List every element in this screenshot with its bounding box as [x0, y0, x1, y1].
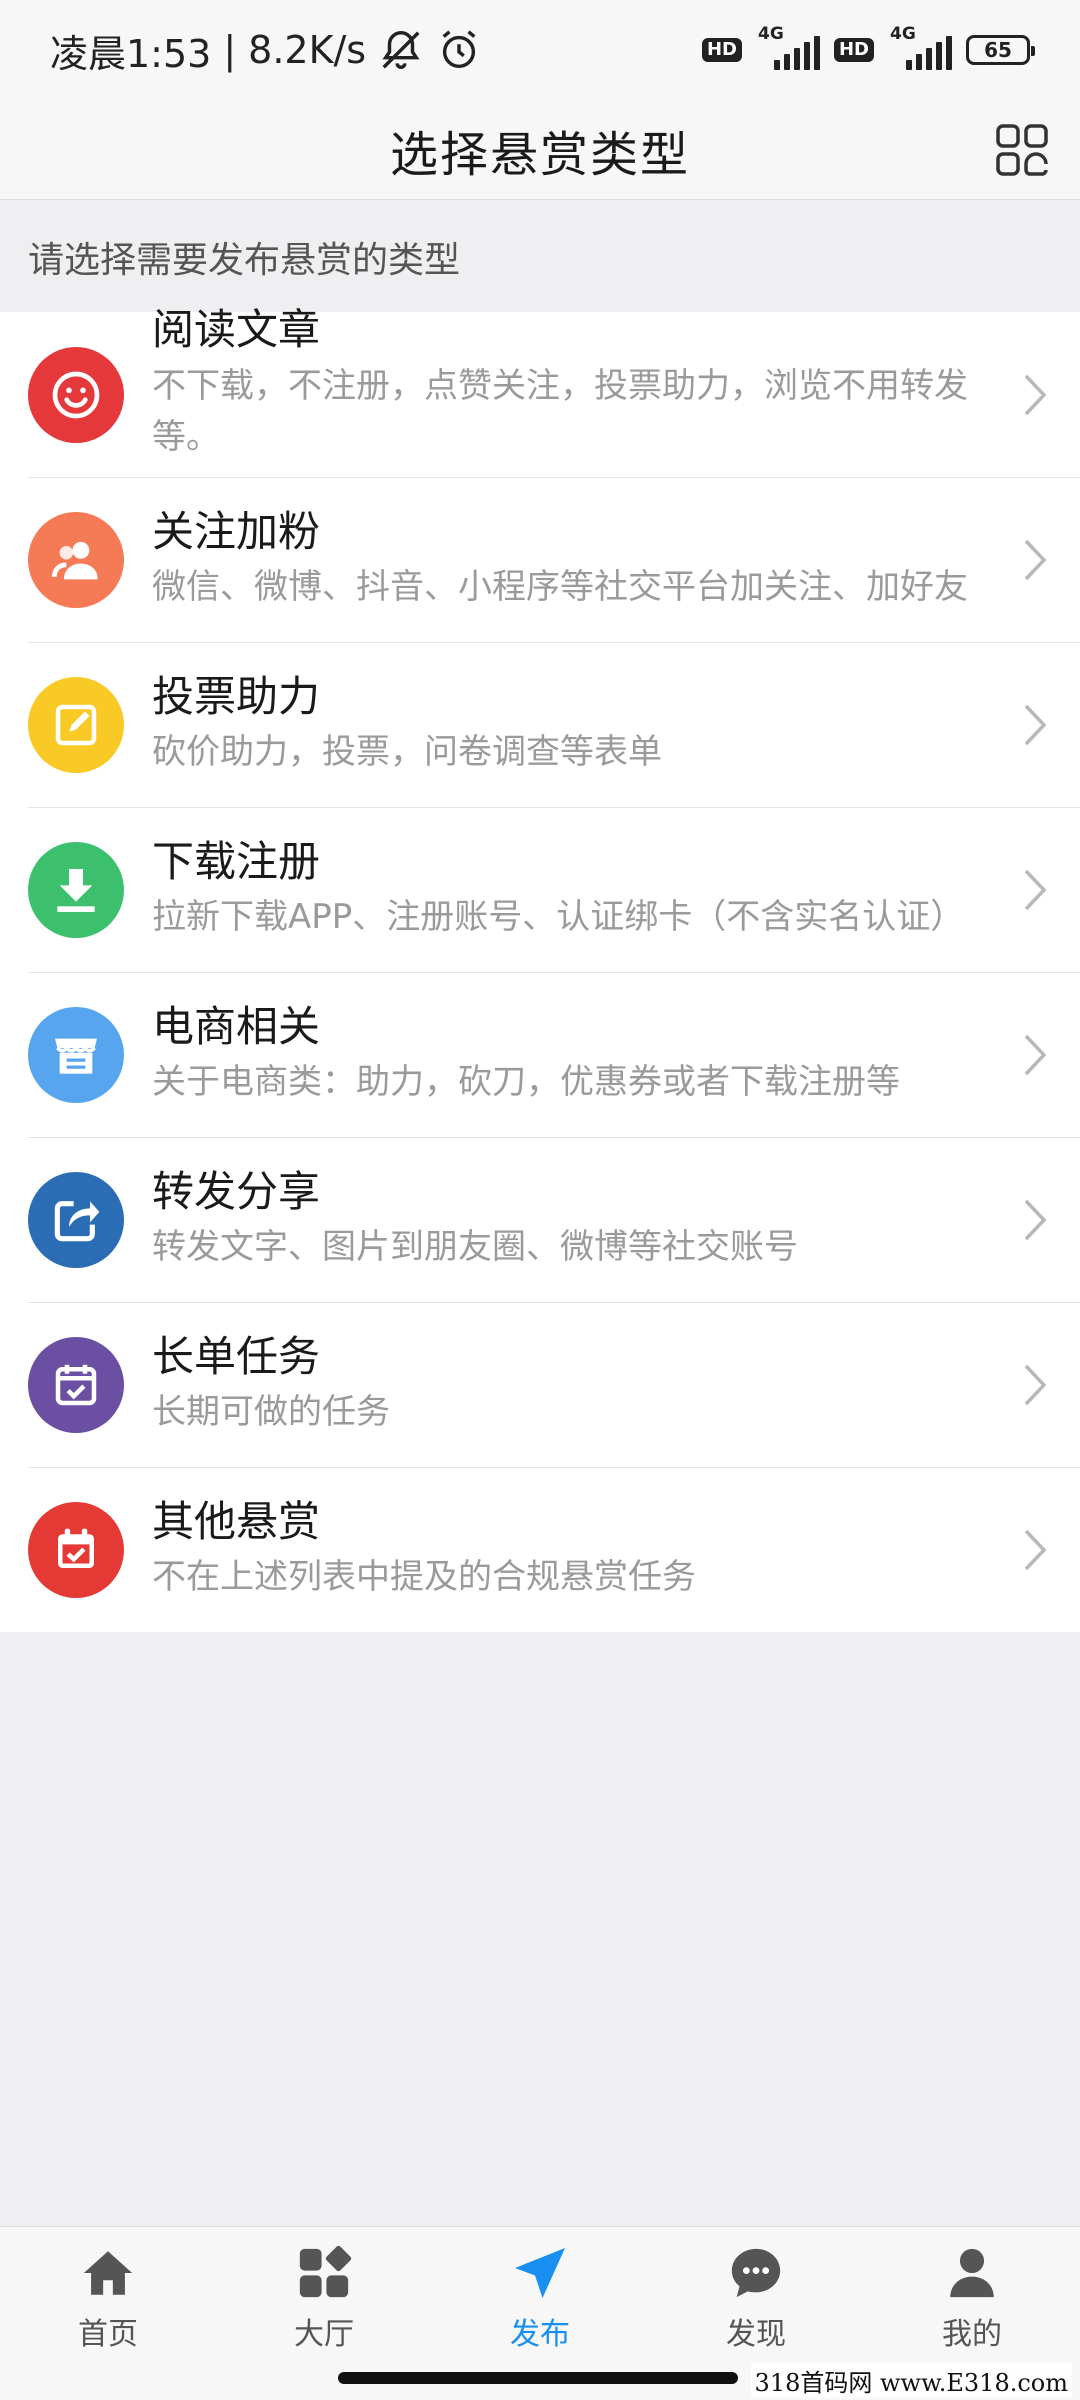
- nav-label: 大厅: [294, 2317, 354, 2352]
- status-bar: 凌晨1:53 | 8.2K/s HD 4G HD 4G 65: [0, 0, 1080, 100]
- smile-icon: [28, 347, 124, 443]
- grid-menu-button[interactable]: [992, 120, 1052, 180]
- battery-icon: 65: [966, 35, 1035, 65]
- item-title: 长单任务: [152, 1331, 321, 1381]
- chevron-right-icon: [1024, 869, 1047, 910]
- send-icon: [510, 2243, 570, 2303]
- share-icon: [28, 1171, 124, 1268]
- nav-label: 首页: [78, 2317, 138, 2352]
- nav-label: 发布: [510, 2317, 570, 2352]
- chevron-right-icon: [1024, 1199, 1047, 1240]
- item-desc: 关于电商类：助力，砍刀，优惠券或者下载注册等: [152, 1062, 900, 1103]
- download-icon: [28, 841, 124, 938]
- item-title: 阅读文章: [152, 305, 321, 354]
- item-title: 投票助力: [152, 671, 321, 721]
- calendar-check-icon: [28, 1336, 124, 1433]
- reward-type-item-read[interactable]: 阅读文章 不下载，不注册，点赞关注，投票助力，浏览不用转发等。: [0, 305, 1080, 477]
- item-desc: 微信、微博、抖音、小程序等社交平台加关注、加好友: [152, 567, 968, 608]
- item-desc: 砍价助力，投票，问卷调查等表单: [152, 732, 662, 773]
- reward-type-item-share[interactable]: 转发分享 转发文字、图片到朋友圈、微博等社交账号: [0, 1137, 1080, 1302]
- alarm-icon: [436, 27, 482, 73]
- chat-icon: [726, 2243, 786, 2303]
- status-time: 凌晨1:53: [50, 31, 212, 76]
- reward-type-item-download[interactable]: 下载注册 拉新下载APP、注册账号、认证绑卡（不含实名认证）: [0, 807, 1080, 972]
- reward-type-item-other[interactable]: 其他悬赏 不在上述列表中提及的合规悬赏任务: [0, 1467, 1080, 1632]
- status-separator: |: [223, 28, 237, 72]
- reward-type-list: 阅读文章 不下载，不注册，点赞关注，投票助力，浏览不用转发等。 关注加粉 微信、…: [0, 305, 1080, 1632]
- chevron-right-icon: [1024, 1364, 1047, 1405]
- calendar-check-icon: [28, 1501, 124, 1598]
- title-bar: 选择悬赏类型: [0, 100, 1080, 200]
- watermark: 318首码网 www.E318.com: [750, 2363, 1072, 2398]
- hd-badge-2: HD: [833, 38, 874, 62]
- section-hint: 请选择需要发布悬赏的类型: [28, 240, 461, 281]
- reward-type-item-follow[interactable]: 关注加粉 微信、微博、抖音、小程序等社交平台加关注、加好友: [0, 477, 1080, 642]
- chevron-right-icon: [1024, 374, 1047, 415]
- item-title: 关注加粉: [152, 506, 321, 556]
- battery-level: 65: [984, 38, 1012, 62]
- nav-home[interactable]: 首页: [0, 2227, 216, 2400]
- chevron-right-icon: [1024, 539, 1047, 580]
- person-icon: [942, 2243, 1002, 2303]
- signal-icon-2: 4G: [888, 24, 952, 70]
- item-title: 其他悬赏: [152, 1496, 321, 1546]
- item-title: 转发分享: [152, 1166, 321, 1216]
- store-icon: [28, 1006, 124, 1103]
- reward-type-item-longterm[interactable]: 长单任务 长期可做的任务: [0, 1302, 1080, 1467]
- item-title: 下载注册: [152, 836, 321, 886]
- item-desc: 拉新下载APP、注册账号、认证绑卡（不含实名认证）: [152, 897, 965, 938]
- mute-bell-icon: [378, 27, 424, 73]
- home-indicator[interactable]: [338, 2372, 738, 2384]
- item-desc: 长期可做的任务: [152, 1392, 390, 1433]
- status-speed: 8.2K/s: [248, 28, 367, 72]
- home-icon: [78, 2243, 138, 2303]
- grid-icon: [996, 124, 1048, 176]
- item-desc: 不在上述列表中提及的合规悬赏任务: [152, 1557, 696, 1598]
- users-icon: [28, 511, 124, 608]
- edit-icon: [28, 676, 124, 773]
- status-right: HD 4G HD 4G 65: [701, 24, 1035, 70]
- page-title: 选择悬赏类型: [389, 126, 690, 183]
- nav-label: 我的: [942, 2317, 1002, 2352]
- chevron-right-icon: [1024, 704, 1047, 745]
- item-desc: 不下载，不注册，点赞关注，投票助力，浏览不用转发等。: [152, 365, 968, 457]
- reward-type-item-ecommerce[interactable]: 电商相关 关于电商类：助力，砍刀，优惠券或者下载注册等: [0, 972, 1080, 1137]
- chevron-right-icon: [1024, 1529, 1047, 1570]
- hd-badge-1: HD: [701, 38, 742, 62]
- reward-type-item-vote[interactable]: 投票助力 砍价助力，投票，问卷调查等表单: [0, 642, 1080, 807]
- chevron-right-icon: [1024, 1034, 1047, 1075]
- item-title: 电商相关: [152, 1001, 321, 1051]
- apps-icon: [294, 2243, 354, 2303]
- nav-label: 发现: [726, 2317, 786, 2352]
- status-left: 凌晨1:53 | 8.2K/s: [50, 23, 482, 78]
- signal-icon-1: 4G: [756, 24, 820, 70]
- item-desc: 转发文字、图片到朋友圈、微博等社交账号: [152, 1227, 798, 1268]
